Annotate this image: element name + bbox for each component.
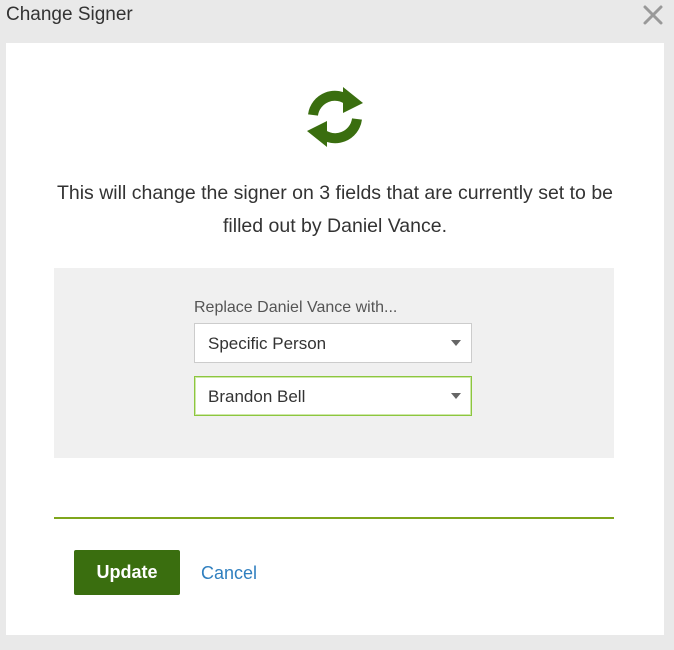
signer-person-select[interactable]: Brandon Bell [194, 376, 472, 416]
signer-type-value: Specific Person [208, 334, 327, 353]
replace-label: Replace Daniel Vance with... [194, 299, 398, 316]
cancel-link[interactable]: Cancel [201, 563, 257, 584]
signer-type-select[interactable]: Specific Person [194, 323, 472, 363]
update-button[interactable]: Update [74, 550, 180, 595]
sync-icon [307, 87, 363, 147]
chevron-down-icon [451, 393, 461, 399]
dialog-panel: This will change the signer on 3 fields … [6, 43, 664, 635]
chevron-down-icon [451, 340, 461, 346]
close-icon [643, 5, 663, 25]
close-button[interactable] [641, 3, 665, 27]
replace-signer-section: Replace Daniel Vance with... Specific Pe… [54, 268, 614, 458]
change-signer-message: This will change the signer on 3 fields … [56, 182, 614, 237]
signer-person-value: Brandon Bell [208, 387, 306, 406]
footer-divider [54, 517, 614, 519]
dialog-title: Change Signer [6, 4, 133, 25]
